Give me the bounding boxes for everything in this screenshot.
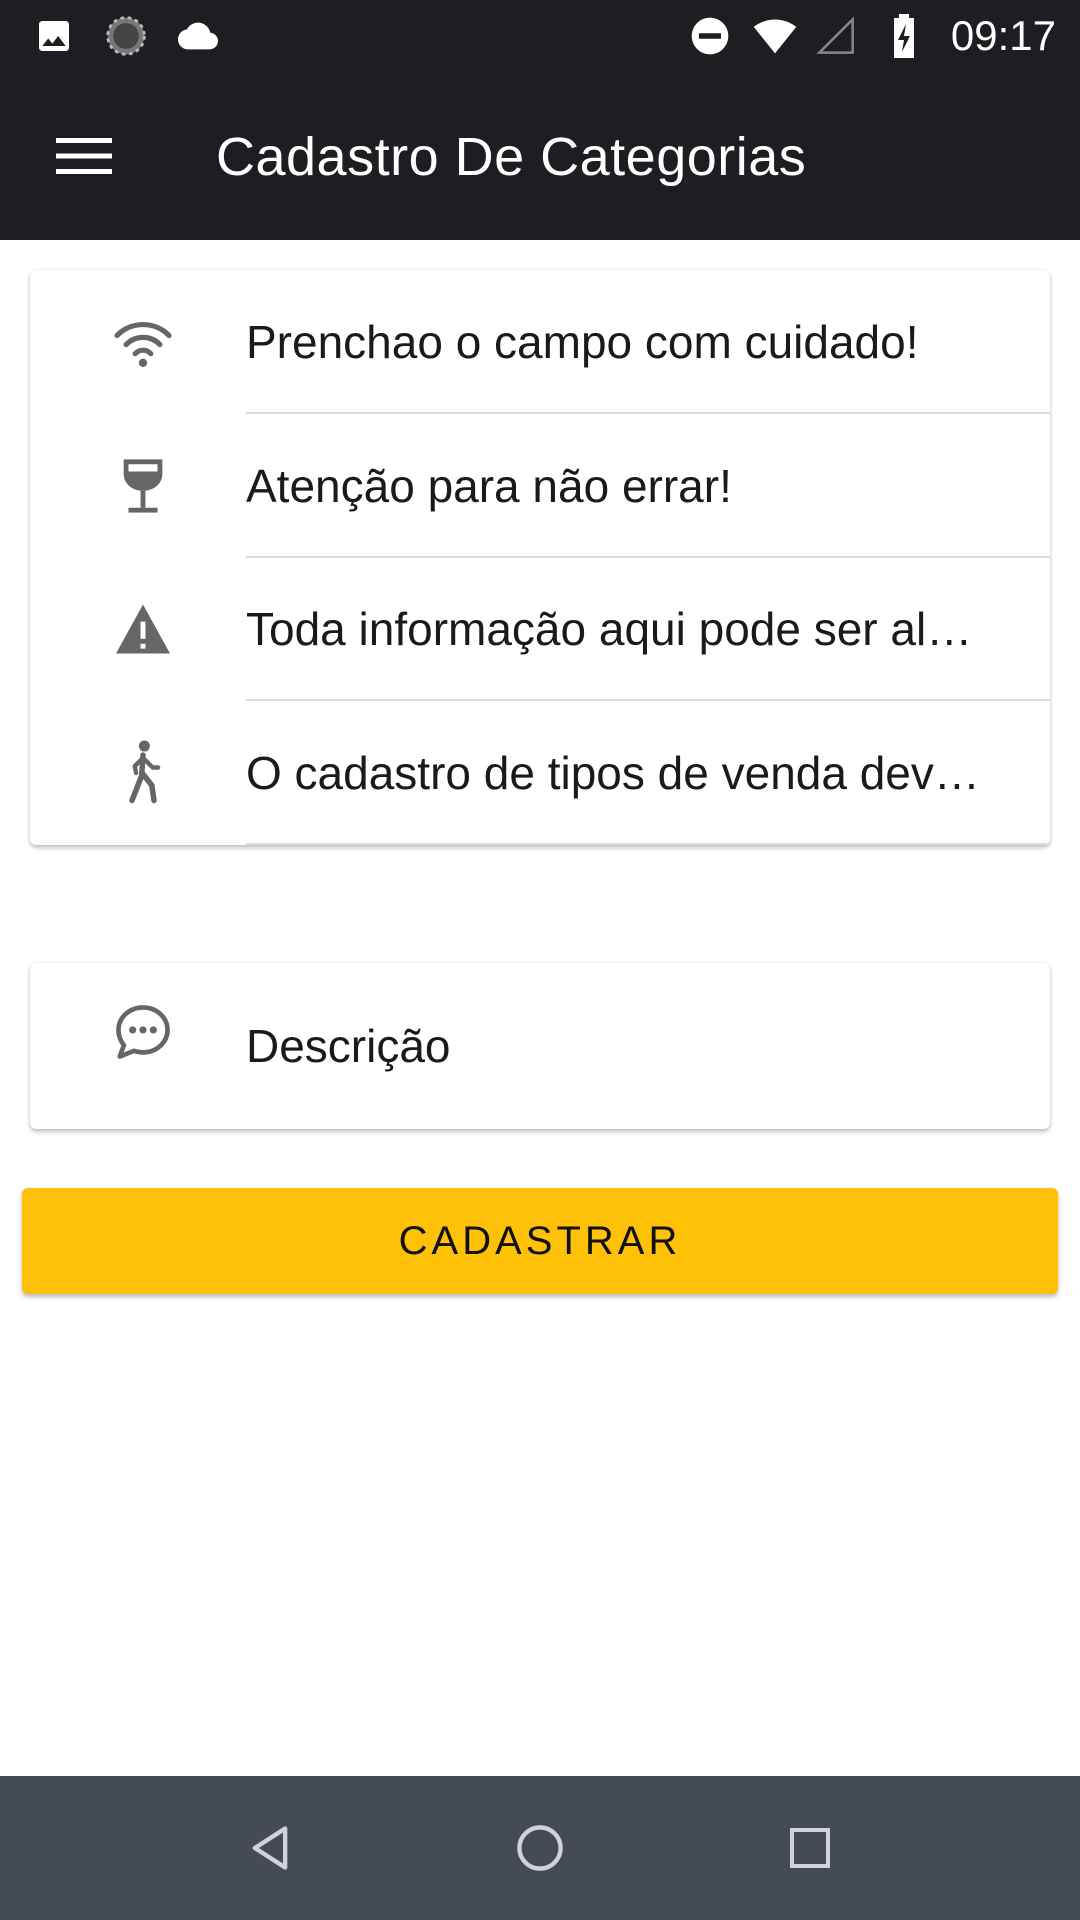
back-icon (252, 1826, 288, 1870)
list-item-text: Prenchao o campo com cuidado! (246, 315, 919, 368)
page-title: Cadastro De Categorias (216, 127, 807, 187)
status-time: 09:17 (950, 12, 1056, 59)
list-item[interactable]: Prenchao o campo com cuidado! (30, 270, 1050, 414)
list-item-text: Atenção para não errar! (246, 459, 732, 512)
list-item-text: O cadastro de tipos de venda dev… (246, 747, 980, 800)
walking-person-icon (80, 701, 206, 845)
description-input[interactable]: Descrição (246, 963, 1000, 1129)
chat-bubble-icon (80, 963, 206, 1129)
recents-icon (790, 1828, 830, 1868)
wifi-icon (80, 270, 206, 414)
back-button[interactable] (230, 1808, 310, 1888)
description-card: Descrição (30, 963, 1050, 1129)
navigation-bar (0, 1776, 1080, 1920)
battery-charging-icon (884, 14, 924, 58)
home-button[interactable] (500, 1808, 580, 1888)
submit-button[interactable]: CADASTRAR (22, 1188, 1058, 1294)
status-bar: 09:17 (0, 0, 1080, 72)
do-not-disturb-icon (686, 14, 734, 58)
list-item[interactable]: O cadastro de tipos de venda dev… (30, 701, 1050, 845)
recents-button[interactable] (770, 1808, 850, 1888)
cloud-icon (172, 14, 224, 58)
list-item[interactable]: Toda informação aqui pode ser al… (30, 558, 1050, 702)
app-bar: Cadastro De Categorias (0, 72, 1080, 240)
home-icon (517, 1825, 563, 1871)
list-item-text: Toda informação aqui pode ser al… (246, 603, 973, 656)
wine-glass-icon (80, 414, 206, 558)
wifi-icon (748, 14, 802, 58)
list-item[interactable]: Atenção para não errar! (30, 414, 1050, 558)
cell-signal-icon (814, 14, 858, 58)
warning-icon (80, 558, 206, 702)
sync-icon (102, 14, 150, 58)
info-card: Prenchao o campo com cuidado! Atenção pa… (30, 270, 1050, 845)
description-field[interactable]: Descrição (30, 963, 1050, 1129)
menu-icon (56, 138, 112, 174)
image-icon (32, 14, 76, 58)
divider (246, 843, 1050, 845)
menu-button[interactable] (40, 116, 128, 196)
